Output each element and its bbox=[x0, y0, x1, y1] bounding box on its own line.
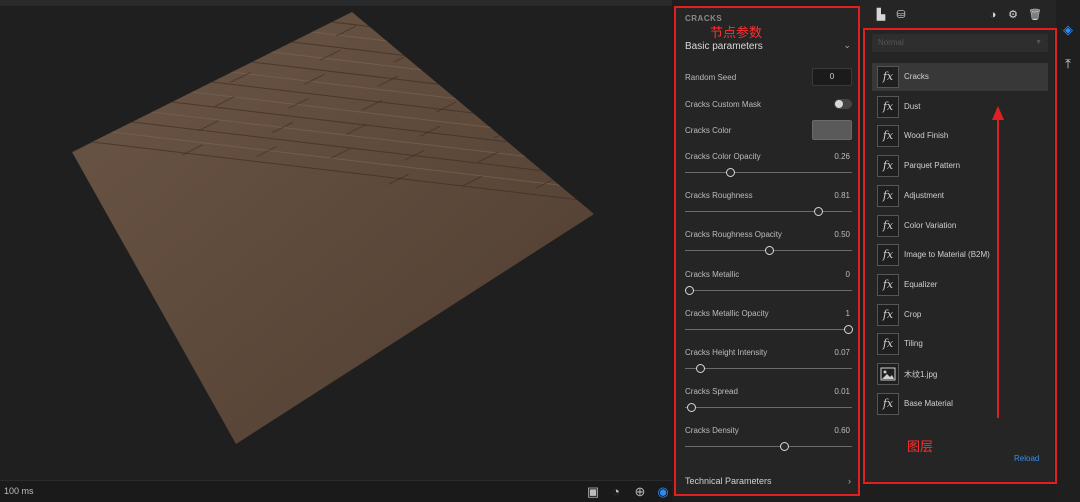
contrast-icon[interactable]: ◑ bbox=[986, 8, 1000, 22]
wood-floor-render[interactable] bbox=[0, 0, 672, 480]
layers-annotation-label: 图层 bbox=[907, 440, 934, 455]
layers-toolbar: ▙ ⛁ ◑ ⚙ 🗑 bbox=[860, 0, 1056, 28]
plank-joint bbox=[578, 56, 594, 68]
layers-icon[interactable]: ◈ bbox=[1060, 22, 1076, 38]
plank-joint bbox=[663, 157, 672, 167]
arrow-up-annotation bbox=[992, 106, 1004, 418]
plank-joint bbox=[637, 83, 657, 93]
plank-joint bbox=[605, 131, 625, 141]
plank-joint bbox=[595, 33, 615, 43]
app-window: 100 ms ▣ ◔ ⊕ ◉ CRACKS Basic parameters ⌄… bbox=[0, 0, 1080, 502]
save-icon[interactable]: ▙ bbox=[874, 8, 888, 22]
plank-joint bbox=[621, 107, 641, 117]
plank-joint bbox=[493, 127, 515, 139]
plank-joint bbox=[562, 80, 583, 92]
layers-annotation-frame bbox=[863, 28, 1057, 484]
stack-settings-icon[interactable]: ⛁ bbox=[894, 8, 908, 22]
params-annotation-frame bbox=[674, 6, 860, 496]
plank-joint bbox=[520, 30, 541, 42]
globe-icon[interactable]: ⊕ bbox=[632, 484, 648, 500]
trash-icon[interactable]: 🗑 bbox=[1028, 8, 1042, 22]
zoom-label: 100 ms bbox=[4, 486, 34, 496]
plank-joint bbox=[652, 58, 672, 68]
gear-icon[interactable]: ⚙ bbox=[1006, 8, 1020, 22]
right-rail: ◈ ⤒ bbox=[1056, 0, 1080, 502]
camera-icon[interactable]: ▣ bbox=[585, 484, 601, 500]
export-icon[interactable]: ⤒ bbox=[1060, 56, 1076, 72]
floor-plane bbox=[72, 12, 594, 444]
params-annotation-label: 节点参数 bbox=[710, 26, 763, 41]
3d-viewport[interactable]: 100 ms ▣ ◔ ⊕ ◉ bbox=[0, 0, 672, 502]
viewport-status-bar: 100 ms ▣ ◔ ⊕ ◉ bbox=[0, 480, 672, 502]
render-mode-icon[interactable]: ◉ bbox=[655, 484, 671, 500]
environment-icon[interactable]: ◔ bbox=[608, 484, 624, 500]
